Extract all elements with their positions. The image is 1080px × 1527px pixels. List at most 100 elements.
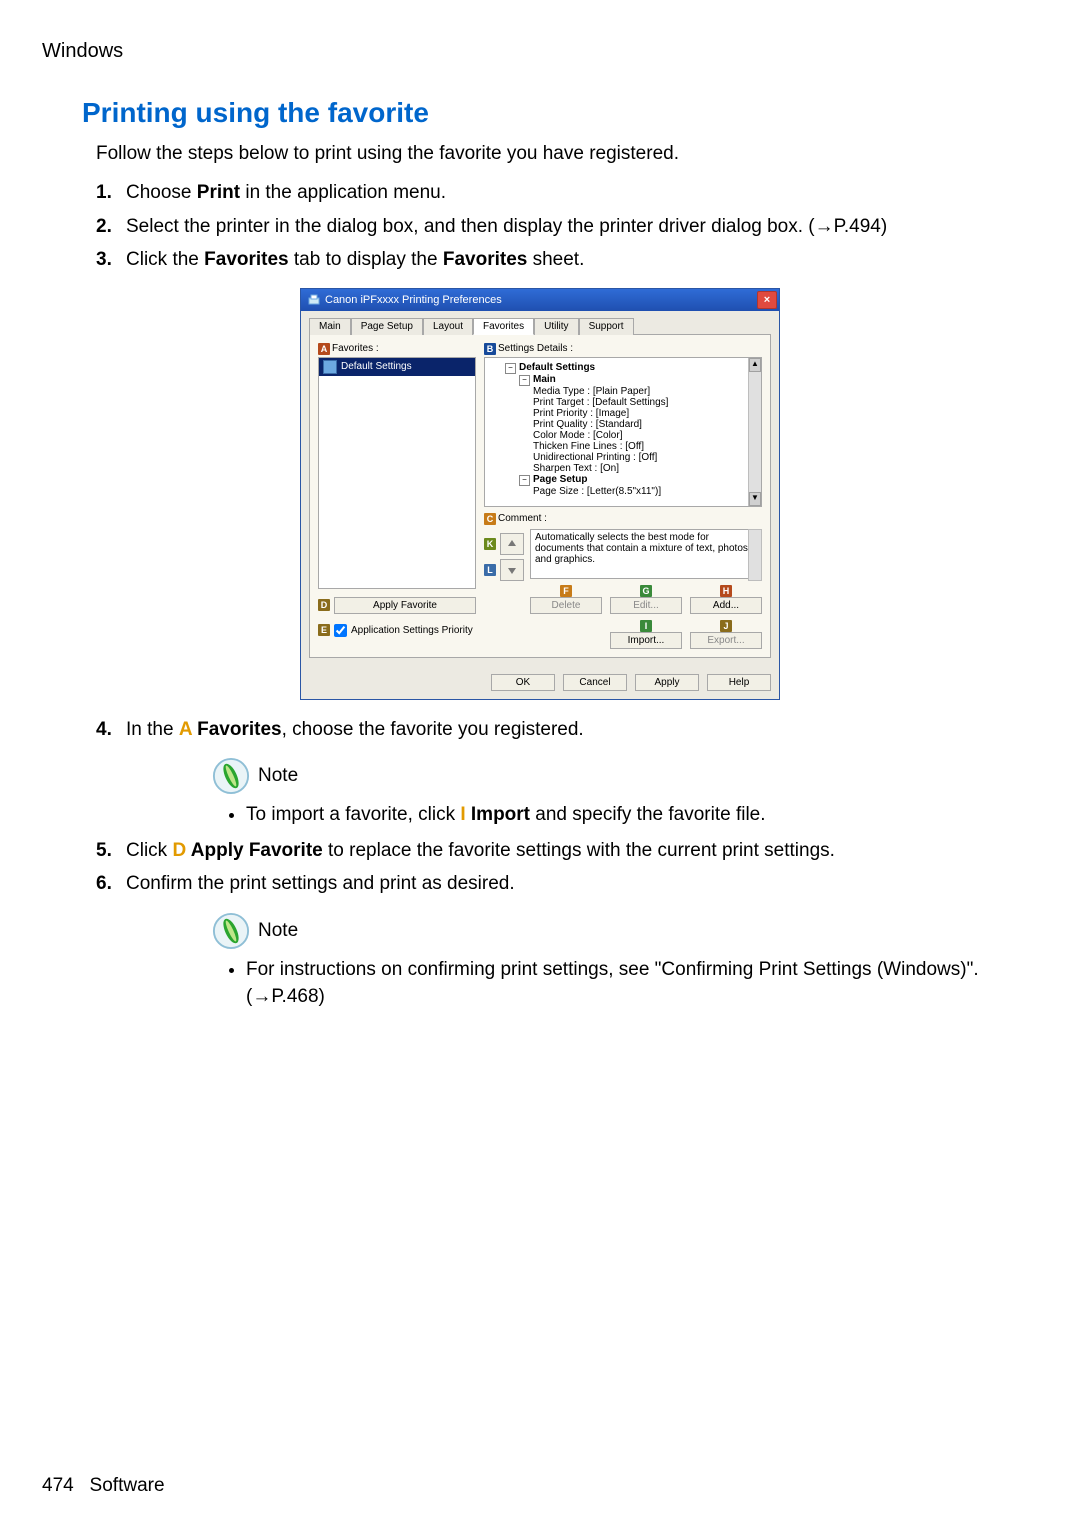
- help-button[interactable]: Help: [707, 674, 771, 691]
- step-number: 1.: [96, 179, 112, 207]
- note-icon: [212, 757, 250, 795]
- scroll-down-icon[interactable]: ▼: [749, 492, 761, 506]
- settings-tree[interactable]: ▲ ▼ −Default Settings −Main Media Ty: [484, 357, 762, 507]
- footer-section: Software: [90, 1475, 165, 1496]
- favorites-list-item[interactable]: Default Settings: [319, 358, 475, 376]
- favorites-list[interactable]: Default Settings: [318, 357, 476, 589]
- close-icon[interactable]: ×: [757, 291, 777, 309]
- step-text: Click D Apply Favorite to replace the fa…: [126, 840, 835, 861]
- step-number: 4.: [96, 716, 112, 744]
- delete-button[interactable]: Delete: [530, 597, 602, 614]
- marker-a-icon: A: [318, 343, 330, 355]
- marker-k-icon: K: [484, 538, 496, 550]
- step-6: 6. Confirm the print settings and print …: [96, 870, 1038, 1011]
- page-footer: 474 Software: [42, 1475, 165, 1497]
- page-number: 474: [42, 1475, 74, 1496]
- tree-leaf: Unidirectional Printing : [Off]: [533, 452, 757, 463]
- tab-favorites[interactable]: Favorites: [473, 318, 534, 335]
- move-up-button[interactable]: [500, 533, 524, 555]
- tab-main[interactable]: Main: [309, 318, 351, 335]
- step-2: 2. Select the printer in the dialog box,…: [96, 213, 1038, 241]
- page-ref[interactable]: →P.468: [252, 986, 318, 1007]
- tab-support[interactable]: Support: [579, 318, 634, 335]
- tree-collapse-icon[interactable]: −: [519, 475, 530, 486]
- manual-page: Windows Printing using the favorite Foll…: [0, 0, 1080, 1527]
- note-icon: [212, 912, 250, 950]
- comment-box: Automatically selects the best mode for …: [530, 529, 762, 579]
- note-block: Note To import a favorite, click I Impor…: [212, 757, 1038, 829]
- tree-leaf: Sharpen Text : [On]: [533, 463, 757, 474]
- tree-collapse-icon[interactable]: −: [519, 375, 530, 386]
- marker-i-icon: I: [640, 620, 652, 632]
- add-button[interactable]: Add...: [690, 597, 762, 614]
- marker-c-icon: C: [484, 513, 496, 525]
- marker-f-icon: F: [560, 585, 572, 597]
- marker-h-icon: H: [720, 585, 732, 597]
- comment-label: Comment :: [498, 513, 547, 524]
- page-ref[interactable]: →P.494: [815, 216, 881, 237]
- tree-leaf: Media Type : [Plain Paper]: [533, 386, 757, 397]
- step-text: Click the Favorites tab to display the F…: [126, 249, 584, 270]
- note-label: Note: [258, 917, 298, 945]
- step-text: Choose Print in the application menu.: [126, 182, 446, 203]
- dialog-titlebar[interactable]: Canon iPFxxxx Printing Preferences ×: [301, 289, 779, 311]
- ok-button[interactable]: OK: [491, 674, 555, 691]
- marker-g-icon: G: [640, 585, 652, 597]
- step-number: 3.: [96, 246, 112, 274]
- step-number: 2.: [96, 213, 112, 241]
- move-down-button[interactable]: [500, 559, 524, 581]
- scrollbar[interactable]: [748, 529, 762, 581]
- step-number: 6.: [96, 870, 112, 898]
- marker-a-inline: A: [179, 719, 192, 740]
- top-path: Windows: [42, 40, 1038, 63]
- tab-layout[interactable]: Layout: [423, 318, 473, 335]
- marker-l-icon: L: [484, 564, 496, 576]
- note-label: Note: [258, 762, 298, 790]
- tree-leaf: Color Mode : [Color]: [533, 430, 757, 441]
- step-text: In the A Favorites, choose the favorite …: [126, 719, 584, 740]
- export-button[interactable]: Export...: [690, 632, 762, 649]
- scroll-up-icon[interactable]: ▲: [749, 358, 761, 372]
- note-block: Note For instructions on confirming prin…: [212, 912, 1038, 1011]
- dialog-button-bar: OK Cancel Apply Help: [301, 666, 779, 699]
- tab-page-setup[interactable]: Page Setup: [351, 318, 423, 335]
- app-settings-priority-label: Application Settings Priority: [351, 625, 473, 636]
- step-text: Select the printer in the dialog box, an…: [126, 216, 887, 237]
- printing-preferences-dialog: Canon iPFxxxx Printing Preferences × Mai…: [300, 288, 780, 700]
- favorites-column: A Favorites : Default Settings D: [318, 343, 476, 649]
- tab-strip: Main Page Setup Layout Favorites Utility…: [309, 317, 771, 335]
- steps-list: 1. Choose Print in the application menu.…: [96, 179, 1038, 274]
- note-item: For instructions on confirming print set…: [246, 956, 1038, 1011]
- dialog-title: Canon iPFxxxx Printing Preferences: [325, 294, 502, 306]
- tree-leaf: Print Priority : [Image]: [533, 408, 757, 419]
- apply-button[interactable]: Apply: [635, 674, 699, 691]
- marker-e-icon: E: [318, 624, 330, 636]
- step-number: 5.: [96, 837, 112, 865]
- intro-text: Follow the steps below to print using th…: [96, 143, 1038, 165]
- arrow-down-icon: [506, 564, 518, 576]
- marker-d-icon: D: [318, 599, 330, 611]
- printer-icon: [307, 293, 321, 307]
- document-icon: [323, 360, 337, 374]
- scrollbar[interactable]: ▲ ▼: [748, 358, 761, 506]
- apply-favorite-button[interactable]: Apply Favorite: [334, 597, 476, 614]
- marker-j-icon: J: [720, 620, 732, 632]
- dialog-screenshot: Canon iPFxxxx Printing Preferences × Mai…: [42, 288, 1038, 700]
- step-4: 4. In the A Favorites, choose the favori…: [96, 716, 1038, 829]
- step-1: 1. Choose Print in the application menu.: [96, 179, 1038, 207]
- edit-button[interactable]: Edit...: [610, 597, 682, 614]
- settings-details-label: Settings Details :: [498, 343, 573, 354]
- tree-collapse-icon[interactable]: −: [505, 363, 516, 374]
- details-column: B Settings Details : ▲ ▼ −Default Settin…: [484, 343, 762, 649]
- tree-leaf: Print Quality : [Standard]: [533, 419, 757, 430]
- note-item: To import a favorite, click I Import and…: [246, 801, 1038, 829]
- steps-list-continued: 4. In the A Favorites, choose the favori…: [96, 716, 1038, 1011]
- cancel-button[interactable]: Cancel: [563, 674, 627, 691]
- favorites-sheet: A Favorites : Default Settings D: [309, 335, 771, 658]
- tree-leaf: Page Size : [Letter(8.5"x11")]: [533, 486, 757, 497]
- import-button[interactable]: Import...: [610, 632, 682, 649]
- marker-b-icon: B: [484, 343, 496, 355]
- tab-utility[interactable]: Utility: [534, 318, 578, 335]
- step-5: 5. Click D Apply Favorite to replace the…: [96, 837, 1038, 865]
- app-settings-priority-checkbox[interactable]: [334, 624, 347, 637]
